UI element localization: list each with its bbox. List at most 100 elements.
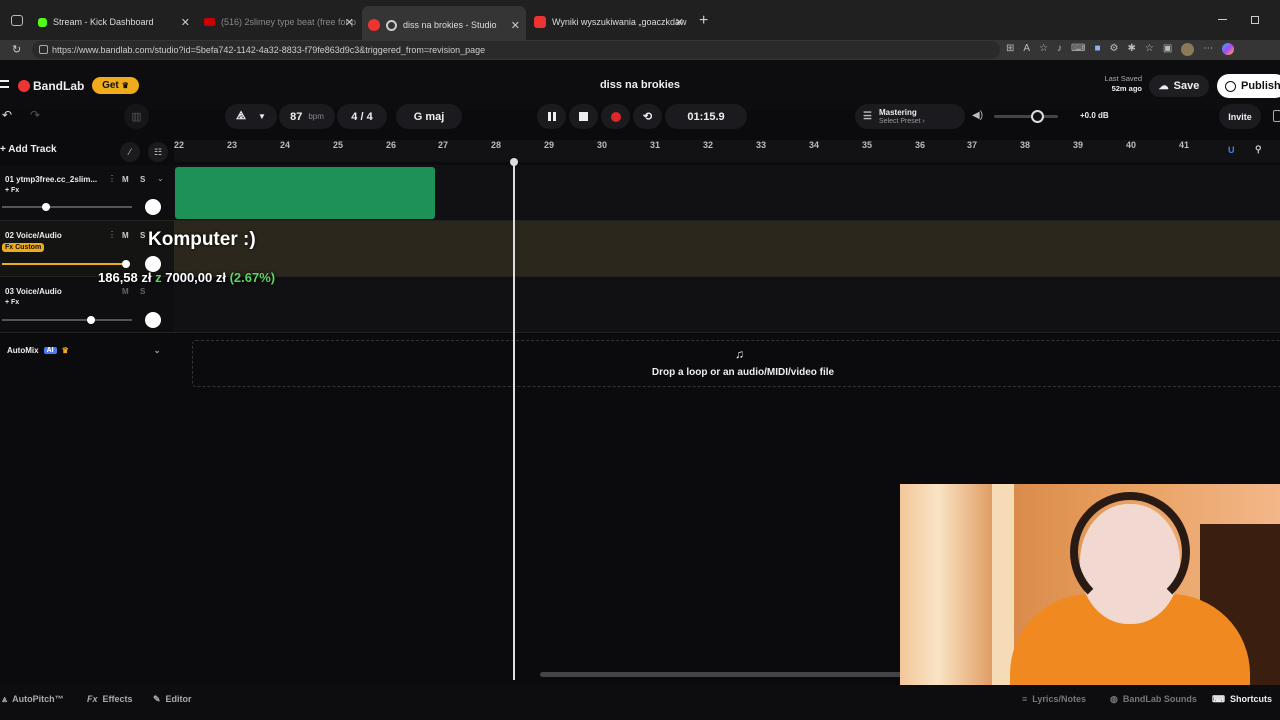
zoom-icon[interactable]: ⚲ xyxy=(1255,144,1262,155)
playhead-marker[interactable] xyxy=(510,158,518,166)
invite-label: Invite xyxy=(1228,111,1252,122)
project-title[interactable]: diss na brokies xyxy=(540,79,740,91)
track-name[interactable]: 02 Voice/Audio xyxy=(5,231,62,240)
track-settings-icon[interactable]: ☷ xyxy=(148,142,168,162)
track-lane-1[interactable] xyxy=(174,165,1280,221)
audio-region[interactable] xyxy=(175,167,435,219)
new-tab-icon[interactable]: + xyxy=(699,12,708,30)
stop-button[interactable] xyxy=(569,104,598,129)
browser-tab-bandlab[interactable]: diss na brokies - Studio ✕ xyxy=(362,6,526,40)
profile-avatar[interactable] xyxy=(1181,43,1195,56)
track-volume-handle[interactable] xyxy=(87,316,95,324)
key-control[interactable]: G maj xyxy=(396,104,462,129)
webcam-headphones xyxy=(1070,492,1190,612)
snap-magnet-icon[interactable]: U xyxy=(1228,145,1235,155)
site-info-icon[interactable] xyxy=(39,45,48,54)
lyrics-icon: ≡ xyxy=(1022,694,1028,704)
horizontal-scrollbar[interactable] xyxy=(540,672,910,677)
restore-icon[interactable] xyxy=(1251,16,1259,24)
browser-tab-kick[interactable]: Stream - Kick Dashboard ✕ xyxy=(32,10,196,34)
loop-button[interactable]: ⟲ xyxy=(633,104,662,129)
extension-icon[interactable]: ■ xyxy=(1094,43,1100,56)
hamburger-menu-icon[interactable] xyxy=(0,80,9,88)
close-tab-icon[interactable]: ✕ xyxy=(675,16,684,29)
track-menu-icon[interactable]: ⋮ xyxy=(108,174,116,183)
chevron-down-icon[interactable]: ⌄ xyxy=(157,174,164,183)
mute-button[interactable]: M xyxy=(122,175,129,184)
tab-actions-icon[interactable] xyxy=(11,15,23,26)
track-header-1[interactable]: 01 ytmp3free.cc_2slim... ⋮ M S ⌄ + Fx xyxy=(0,165,174,221)
pan-knob[interactable] xyxy=(145,312,161,328)
bandlab-studio: BandLab Get ♛ diss na brokies Last Saved… xyxy=(0,60,1280,720)
track-name[interactable]: 01 ytmp3free.cc_2slim... xyxy=(5,175,97,184)
shortcuts-button[interactable]: ⌨ Shortcuts xyxy=(1212,694,1272,705)
add-fx-button[interactable]: + Fx xyxy=(5,299,19,306)
fx-custom-badge[interactable]: Fx Custom xyxy=(2,243,45,252)
bar-number: 27 xyxy=(438,140,449,150)
track-volume-handle[interactable] xyxy=(42,203,50,211)
redo-icon[interactable]: ↷ xyxy=(30,108,40,122)
playhead[interactable] xyxy=(513,160,515,680)
browser-tab-search[interactable]: Wyniki wyszukiwania „goaczkdaw ✕ xyxy=(528,10,690,34)
more-menu-icon[interactable]: ⋯ xyxy=(1203,43,1213,56)
editor-button[interactable]: ✎ Editor xyxy=(153,694,192,705)
bandlab-sounds-button[interactable]: ◍ BandLab Sounds xyxy=(1110,694,1197,705)
master-volume-slider[interactable] xyxy=(994,110,1058,123)
record-button[interactable] xyxy=(601,104,630,129)
lyrics-notes-button[interactable]: ≡ Lyrics/Notes xyxy=(1022,694,1086,704)
bandlab-logo[interactable]: BandLab xyxy=(18,79,84,93)
tempo-control[interactable]: 87 bpm xyxy=(279,104,335,129)
browser-tab-youtube[interactable]: (516) 2slimey type beat (free for p ✕ xyxy=(198,10,360,34)
autopitch-button[interactable]: ⩓ AutoPitch™ xyxy=(2,694,64,705)
chevron-down-icon[interactable]: ⌄ xyxy=(154,346,161,355)
reload-icon[interactable]: ↻ xyxy=(12,43,21,56)
save-button[interactable]: ☁ Save xyxy=(1149,75,1209,97)
favorite-star-icon[interactable]: ☆ xyxy=(1039,43,1048,56)
automix-row[interactable]: AutoMix AI ♛ ⌄ xyxy=(0,340,174,360)
read-aloud-icon[interactable]: A xyxy=(1023,43,1030,56)
effects-button[interactable]: Fx Effects xyxy=(87,694,133,704)
drop-zone[interactable]: ♫ Drop a loop or an audio/MIDI/video fil… xyxy=(192,340,1280,387)
get-membership-button[interactable]: Get ♛ xyxy=(92,77,139,94)
url-input[interactable]: https://www.bandlab.com/studio?id=5befa7… xyxy=(32,41,1000,59)
invite-button[interactable]: Invite xyxy=(1219,104,1261,129)
overlay-goal-line: 186,58 zł z 7000,00 zł (2.67%) xyxy=(98,270,275,285)
microphone-icon[interactable]: ♪ xyxy=(1057,43,1062,56)
metronome-control[interactable]: ⧌ ▼ xyxy=(225,104,277,129)
timeline-ruler[interactable]: 22 23 24 25 26 27 28 29 30 31 32 33 34 3… xyxy=(174,140,1280,162)
mastering-button[interactable]: ☰ Mastering Select Preset › xyxy=(855,104,965,129)
add-fx-button[interactable]: + Fx xyxy=(5,187,19,194)
close-tab-icon[interactable]: ✕ xyxy=(181,16,190,29)
undo-icon[interactable]: ↶ xyxy=(2,108,12,122)
gear-extension-icon[interactable]: ⚙ xyxy=(1110,43,1119,56)
track-volume-slider[interactable] xyxy=(2,203,132,211)
magic-wand-icon[interactable]: ⁄ xyxy=(120,142,140,162)
add-track-button[interactable]: + Add Track xyxy=(0,144,57,155)
close-tab-icon[interactable]: ✕ xyxy=(511,19,520,32)
collections-icon[interactable]: ▣ xyxy=(1163,43,1172,56)
time-display[interactable]: 01:15.9 xyxy=(665,104,747,129)
copilot-icon[interactable] xyxy=(1222,43,1235,55)
master-volume-knob[interactable] xyxy=(1031,110,1044,123)
pencil-icon: ✎ xyxy=(153,694,161,704)
chevron-down-icon: ▼ xyxy=(257,112,266,121)
speaker-icon[interactable]: ◀) xyxy=(972,110,983,121)
keyboard-piano-icon[interactable]: ▥ xyxy=(124,104,149,129)
time-signature-control[interactable]: 4 / 4 xyxy=(337,104,387,129)
keyboard-icon[interactable]: ⌨ xyxy=(1071,43,1085,56)
close-tab-icon[interactable]: ✕ xyxy=(345,16,354,29)
pan-knob[interactable] xyxy=(145,199,161,215)
track-name[interactable]: 03 Voice/Audio xyxy=(5,287,62,296)
pause-icon xyxy=(547,112,556,121)
app-available-icon[interactable]: ⊞ xyxy=(1006,43,1014,56)
sidebar-toggle-icon[interactable] xyxy=(1273,110,1280,122)
publish-button[interactable]: Publish xyxy=(1217,74,1280,98)
pause-button[interactable] xyxy=(537,104,566,129)
extensions-icon[interactable]: ✱ xyxy=(1127,43,1135,56)
automix-label: AutoMix xyxy=(7,345,39,355)
track-volume-slider[interactable] xyxy=(2,316,132,324)
tab-title: Stream - Kick Dashboard xyxy=(53,17,154,27)
solo-button[interactable]: S xyxy=(140,175,145,184)
minimize-icon[interactable] xyxy=(1218,19,1227,20)
favorites-icon[interactable]: ☆ xyxy=(1145,43,1154,56)
